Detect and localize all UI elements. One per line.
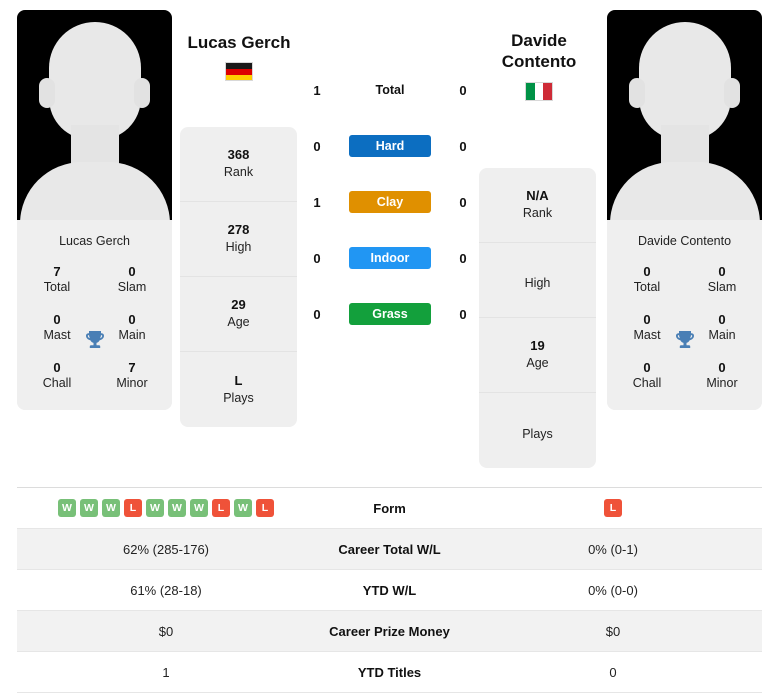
- right-player-card[interactable]: Davide Contento 0 Total 0 Slam 0 Mast 0 …: [607, 10, 762, 410]
- surface-grass-label[interactable]: Grass: [349, 303, 431, 325]
- form-badge-loss[interactable]: L: [212, 499, 230, 517]
- left-high-cell: 278 High: [180, 202, 297, 277]
- right-titles-slam: 0 Slam: [707, 264, 737, 295]
- right-player-titles-grid: 0 Total 0 Slam 0 Mast 0 Main 0 Chall 0 M…: [607, 262, 762, 410]
- comparison-header-area: Lucas Gerch 7 Total 0 Slam 0 Mast 0 Main…: [0, 0, 779, 478]
- right-form-badges: L: [464, 499, 762, 517]
- surface-breakdown-column: 1 Total 0 0 Hard 0 1 Clay 0 0 Indoor 0 0: [305, 62, 475, 342]
- right-player-avatar-column: Davide Contento 0 Total 0 Slam 0 Mast 0 …: [607, 10, 762, 410]
- surface-clay-label[interactable]: Clay: [349, 191, 431, 213]
- right-titles-mast: 0 Mast: [633, 311, 661, 343]
- surface-hard-right-score: 0: [459, 138, 467, 154]
- right-rank-cell: N/A Rank: [479, 168, 596, 243]
- surface-row-clay: 1 Clay 0: [305, 174, 475, 230]
- stat-label-form: Form: [373, 500, 406, 516]
- left-player-card-name: Lucas Gerch: [17, 220, 172, 262]
- right-career-total-wl: 0% (0-1): [588, 541, 638, 557]
- right-plays-cell: Plays: [522, 426, 553, 441]
- form-badge-loss[interactable]: L: [256, 499, 274, 517]
- right-career-prize-money: $0: [605, 623, 621, 639]
- comparison-stats-table: WWWLWWWLWL Form L 62% (285-176) Career T…: [17, 487, 762, 693]
- surface-indoor-label[interactable]: Indoor: [349, 247, 431, 269]
- stat-label-ytd-titles: YTD Titles: [357, 664, 422, 680]
- right-titles-main: 0 Main: [708, 311, 736, 343]
- player-comparison-page: Lucas Gerch 7 Total 0 Slam 0 Mast 0 Main…: [0, 0, 779, 699]
- right-player-name-line1[interactable]: Davide: [459, 30, 619, 51]
- surface-hard-left-score: 0: [313, 138, 321, 154]
- right-player-card-name: Davide Contento: [607, 220, 762, 262]
- left-player-avatar-column: Lucas Gerch 7 Total 0 Slam 0 Mast 0 Main…: [17, 10, 172, 410]
- form-badge-win[interactable]: W: [102, 499, 120, 517]
- table-row-career-prize-money: $0 Career Prize Money $0: [17, 611, 762, 652]
- form-badge-win[interactable]: W: [190, 499, 208, 517]
- left-career-total-wl: 62% (285-176): [123, 541, 209, 557]
- right-titles-minor: 0 Minor: [706, 359, 738, 390]
- table-row: 0 Total 0 Slam: [607, 264, 762, 296]
- trophy-icon: [85, 331, 104, 348]
- left-titles-slam: 0 Slam: [117, 264, 147, 295]
- right-titles-chall: 0 Chall: [632, 359, 662, 390]
- surface-row-hard: 0 Hard 0: [305, 118, 475, 174]
- table-row-ytd-titles: 1 YTD Titles 0: [17, 652, 762, 693]
- table-row-form: WWWLWWWLWL Form L: [17, 488, 762, 529]
- surface-clay-right-score: 0: [459, 194, 467, 210]
- table-row-ytd-wl: 61% (28-18) YTD W/L 0% (0-0): [17, 570, 762, 611]
- form-badge-win[interactable]: W: [234, 499, 252, 517]
- surface-grass-left-score: 0: [313, 306, 321, 322]
- it-flag-icon: [525, 81, 553, 101]
- form-badge-win[interactable]: W: [146, 499, 164, 517]
- left-plays-cell: L Plays: [223, 372, 254, 405]
- left-player-card[interactable]: Lucas Gerch 7 Total 0 Slam 0 Mast 0 Main…: [17, 10, 172, 410]
- left-player-info-panel: 368 Rank 278 High 29 Age L Plays: [180, 127, 297, 427]
- table-row: 0 Chall 7 Minor: [17, 360, 172, 392]
- right-ytd-wl: 0% (0-0): [588, 582, 638, 598]
- de-flag-icon: [225, 62, 253, 82]
- right-age-cell: 19 Age: [479, 318, 596, 393]
- left-titles-mast: 0 Mast: [43, 311, 71, 343]
- table-row: 7 Total 0 Slam: [17, 264, 172, 296]
- form-badge-win[interactable]: W: [80, 499, 98, 517]
- table-row: 0 Chall 0 Minor: [607, 360, 762, 392]
- table-row-career-total-wl: 62% (285-176) Career Total W/L 0% (0-1): [17, 529, 762, 570]
- left-ytd-titles: 1: [162, 664, 170, 680]
- trophy-icon: [675, 331, 694, 348]
- surface-row-grass: 0 Grass 0: [305, 286, 475, 342]
- right-player-info-panel: N/A Rank High 19 Age Plays: [479, 168, 596, 468]
- form-badge-win[interactable]: W: [58, 499, 76, 517]
- form-badge-loss[interactable]: L: [604, 499, 622, 517]
- surface-total-left-score: 1: [313, 82, 321, 98]
- surface-row-total: 1 Total 0: [305, 62, 475, 118]
- surface-clay-left-score: 1: [313, 194, 321, 210]
- left-ytd-wl: 61% (28-18): [130, 582, 202, 598]
- left-titles-chall: 0 Chall: [42, 359, 72, 390]
- left-titles-total: 7 Total: [43, 264, 71, 295]
- left-titles-minor: 7 Minor: [116, 359, 148, 390]
- surface-total-label: Total: [375, 83, 405, 97]
- left-player-name[interactable]: Lucas Gerch: [159, 32, 319, 53]
- surface-hard-label[interactable]: Hard: [349, 135, 431, 157]
- left-player-header: Lucas Gerch: [159, 32, 319, 82]
- stat-label-ytd-wl: YTD W/L: [362, 582, 417, 598]
- right-ytd-titles: 0: [609, 664, 617, 680]
- right-player-name-line2[interactable]: Contento: [459, 51, 619, 72]
- right-titles-total: 0 Total: [633, 264, 661, 295]
- left-rank-cell: 368 Rank: [180, 127, 297, 202]
- left-titles-main: 0 Main: [118, 311, 146, 343]
- stat-label-career-total-wl: Career Total W/L: [338, 541, 441, 557]
- right-high-cell: High: [479, 243, 596, 318]
- form-badge-loss[interactable]: L: [124, 499, 142, 517]
- left-career-prize-money: $0: [158, 623, 174, 639]
- left-age-cell: 29 Age: [180, 277, 297, 352]
- left-form-badges: WWWLWWWLWL: [17, 499, 315, 517]
- surface-row-indoor: 0 Indoor 0: [305, 230, 475, 286]
- surface-grass-right-score: 0: [459, 306, 467, 322]
- stat-label-career-prize-money: Career Prize Money: [329, 623, 450, 639]
- surface-indoor-left-score: 0: [313, 250, 321, 266]
- surface-indoor-right-score: 0: [459, 250, 467, 266]
- right-player-header: Davide Contento: [459, 30, 619, 101]
- left-player-photo: [17, 10, 172, 220]
- left-player-titles-grid: 7 Total 0 Slam 0 Mast 0 Main 0 Chall 7 M…: [17, 262, 172, 410]
- right-player-photo: [607, 10, 762, 220]
- form-badge-win[interactable]: W: [168, 499, 186, 517]
